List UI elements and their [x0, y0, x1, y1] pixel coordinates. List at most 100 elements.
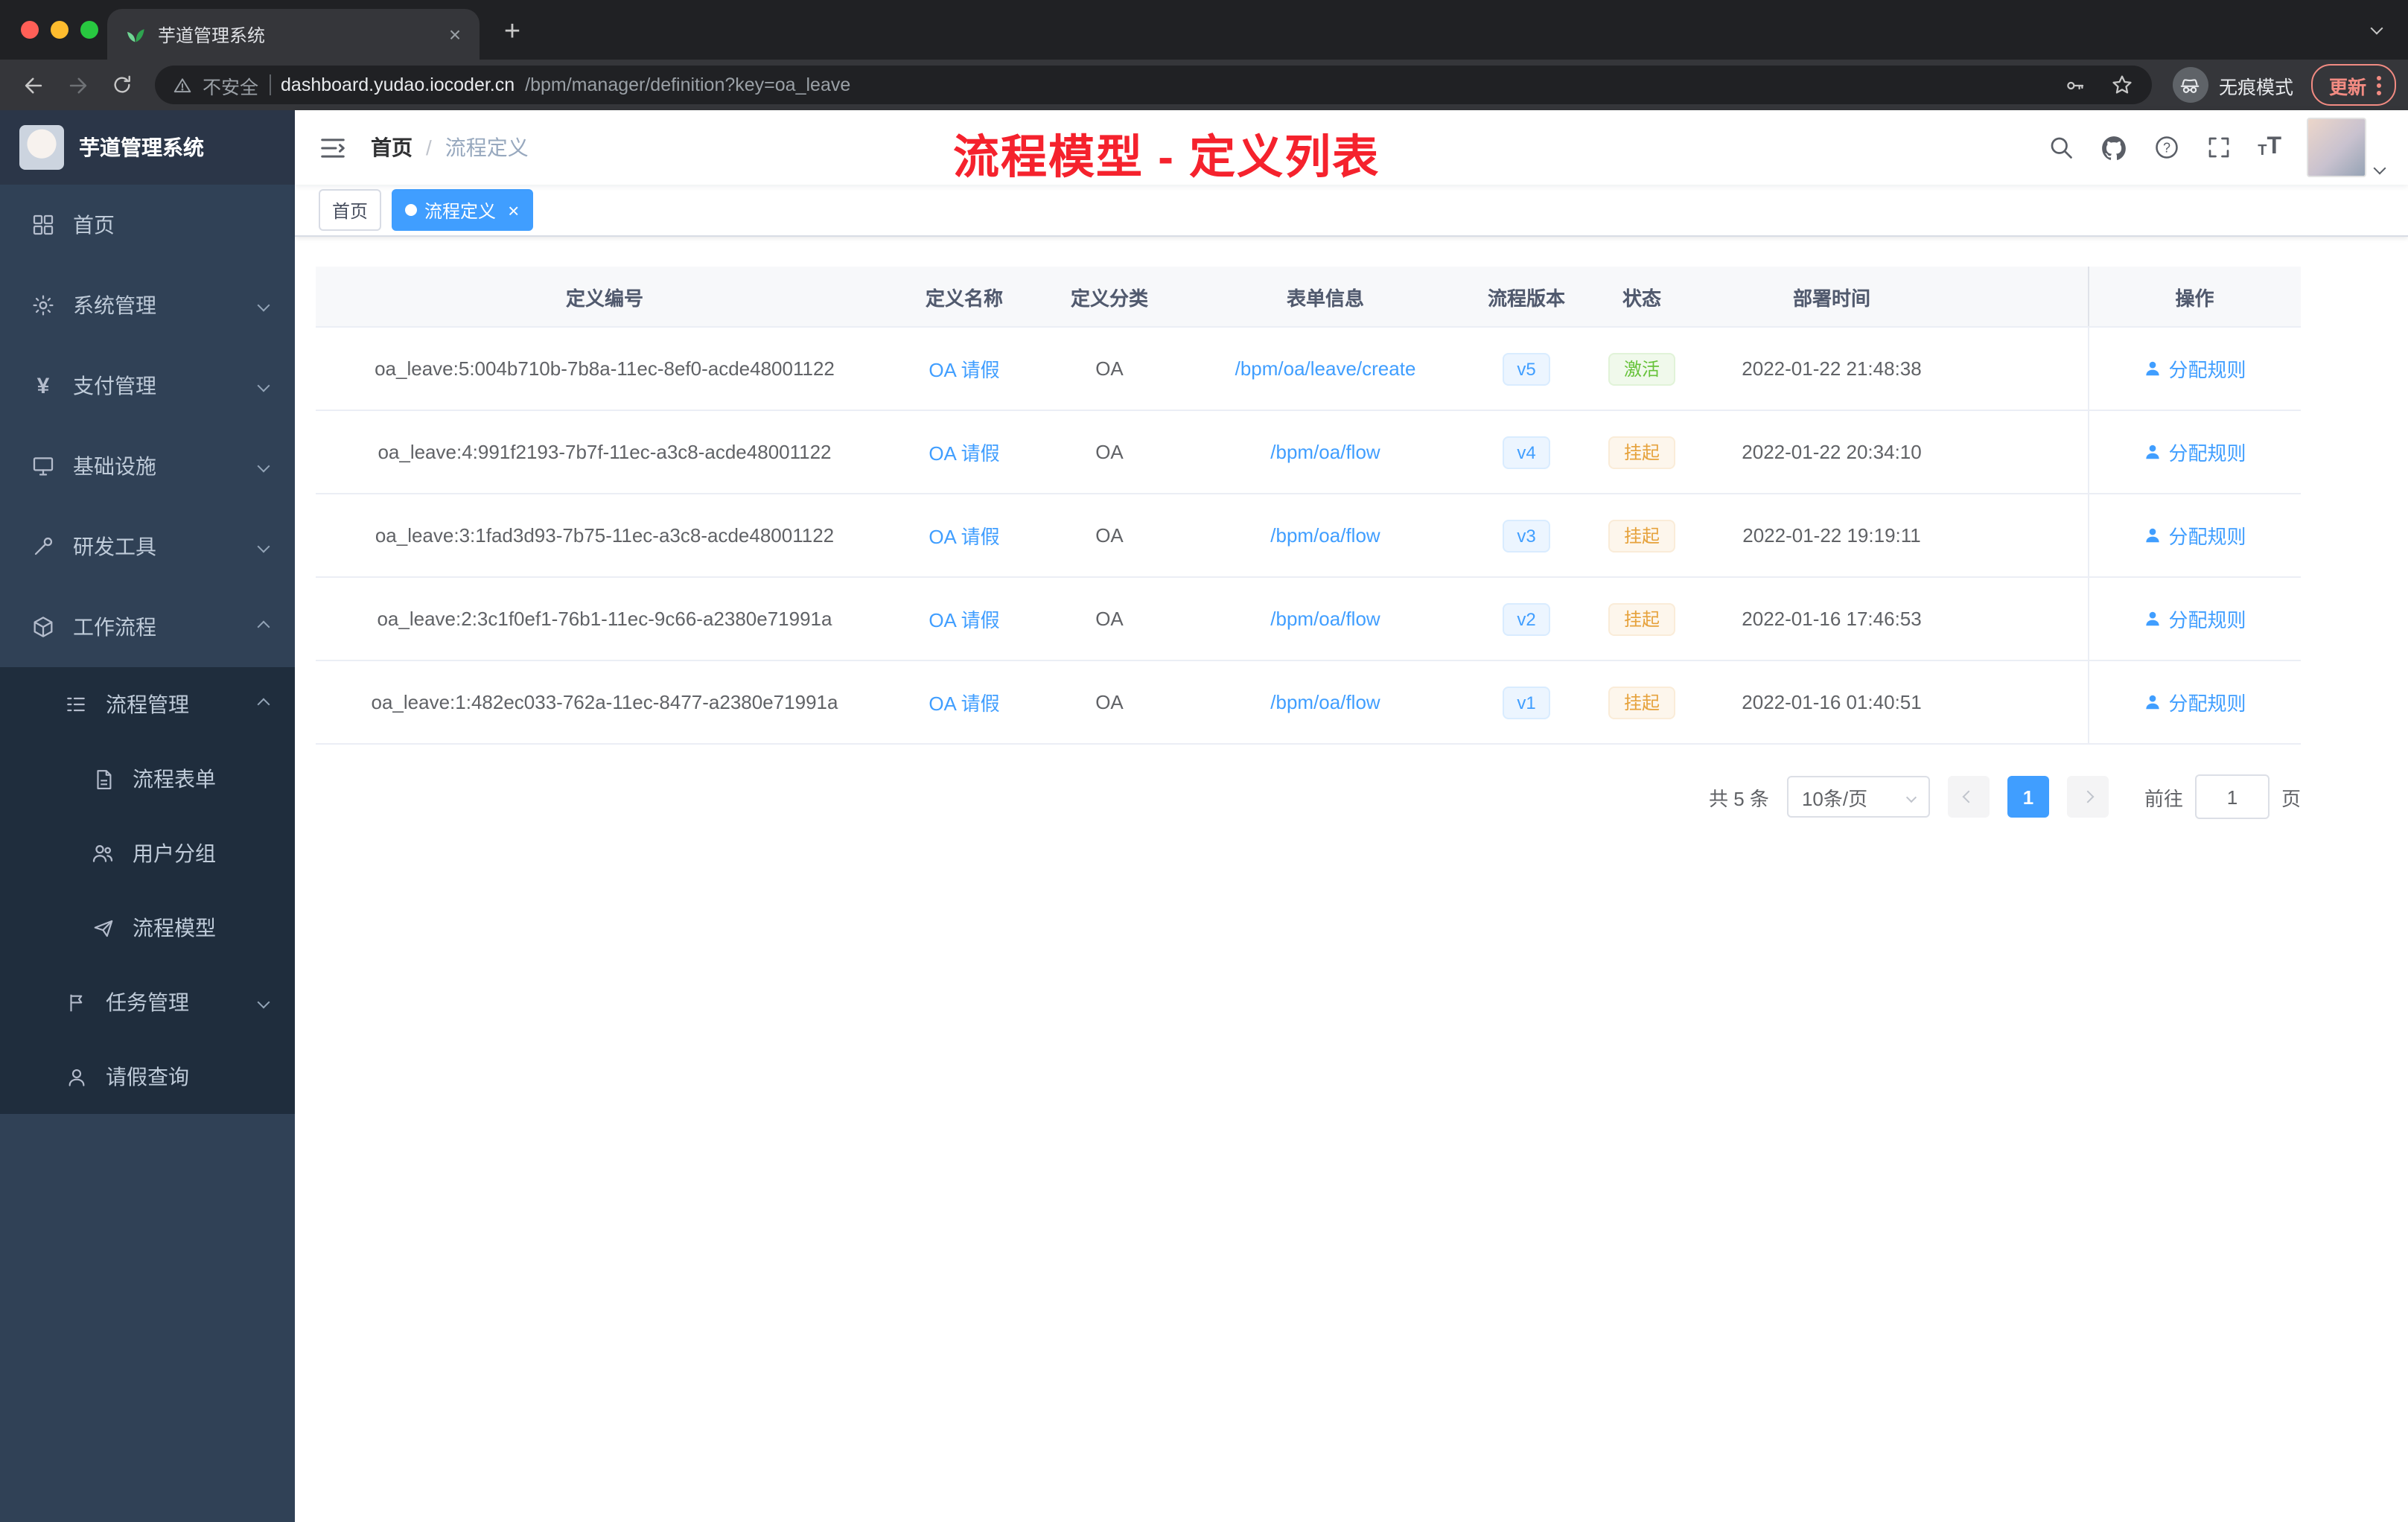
tab-search-button[interactable] — [2370, 13, 2383, 40]
definition-name-link[interactable]: OA 请假 — [929, 359, 999, 381]
zoom-window-button[interactable] — [80, 21, 98, 39]
page-size-select[interactable]: 10条/页 — [1786, 776, 1930, 818]
assign-rule-link[interactable]: 分配规则 — [2143, 521, 2246, 550]
avatar[interactable] — [2307, 118, 2366, 177]
sidebar-item-payment[interactable]: ¥ 支付管理 — [0, 346, 295, 426]
goto-page-input[interactable] — [2194, 774, 2270, 819]
version-tag: v5 — [1502, 352, 1551, 385]
sidebar-item-home[interactable]: 首页 — [0, 185, 295, 265]
person-icon — [63, 1066, 89, 1088]
version-tag: v3 — [1502, 519, 1551, 552]
search-icon[interactable] — [2048, 134, 2074, 161]
assign-rule-label: 分配规则 — [2168, 609, 2246, 631]
form-info-link[interactable]: /bpm/oa/leave/create — [1235, 357, 1416, 380]
font-size-icon[interactable] — [2258, 136, 2281, 159]
tag-home[interactable]: 首页 — [319, 189, 382, 231]
close-window-button[interactable] — [21, 21, 39, 39]
sidebar-item-process-management[interactable]: 流程管理 — [0, 667, 295, 742]
tags-view-bar: 首页 流程定义 — [295, 185, 2408, 237]
breadcrumb-home[interactable]: 首页 — [371, 133, 413, 162]
definition-category: OA — [1095, 524, 1124, 547]
deploy-time: 2022-01-16 17:46:53 — [1742, 608, 1922, 630]
prev-page-button[interactable] — [1947, 776, 1990, 818]
address-bar[interactable]: 不安全 dashboard.yudao.iocoder.cn /bpm/mana… — [155, 66, 2152, 104]
sidebar-item-infrastructure[interactable]: 基础设施 — [0, 426, 295, 506]
hamburger-icon[interactable] — [319, 133, 347, 162]
incognito-icon — [2172, 67, 2208, 103]
browser-menu-kebab-icon[interactable] — [2371, 75, 2387, 95]
page-size-value: 10条/页 — [1801, 787, 1868, 809]
url-host: dashboard.yudao.iocoder.cn — [281, 74, 515, 95]
security-label[interactable]: 不安全 — [203, 71, 258, 99]
password-key-icon[interactable] — [2058, 67, 2094, 103]
yen-icon: ¥ — [36, 373, 50, 398]
version-tag: v4 — [1502, 436, 1551, 468]
col-form-info: 表单信息 — [1184, 267, 1467, 328]
help-icon[interactable]: ? — [2153, 134, 2180, 161]
user-menu[interactable] — [2307, 118, 2386, 177]
browser-tab[interactable]: 芋道管理系统 — [107, 9, 480, 60]
assign-rule-link[interactable]: 分配规则 — [2143, 688, 2246, 716]
definition-name-link[interactable]: OA 请假 — [929, 526, 999, 548]
new-tab-button[interactable] — [491, 12, 533, 54]
tool-icon — [30, 535, 57, 558]
tag-label: 流程定义 — [424, 200, 497, 221]
sidebar-item-process-form[interactable]: 流程表单 — [0, 742, 295, 816]
sidebar-item-leave-query[interactable]: 请假查询 — [0, 1039, 295, 1114]
form-info-link[interactable]: /bpm/oa/flow — [1270, 608, 1380, 630]
url-separator — [269, 74, 271, 95]
definition-name-link[interactable]: OA 请假 — [929, 609, 999, 631]
tag-label: 首页 — [332, 200, 369, 221]
favicon-leaf-icon — [125, 24, 146, 45]
sidebar-item-workflow[interactable]: 工作流程 — [0, 587, 295, 667]
github-icon[interactable] — [2100, 133, 2128, 162]
gear-icon — [30, 293, 57, 317]
sidebar-item-system[interactable]: 系统管理 — [0, 265, 295, 346]
col-definition-id: 定义编号 — [316, 267, 894, 328]
status-badge: 挂起 — [1608, 686, 1675, 719]
form-info-link[interactable]: /bpm/oa/flow — [1270, 524, 1380, 547]
definition-name-link[interactable]: OA 请假 — [929, 692, 999, 715]
url-path: /bpm/manager/definition?key=oa_leave — [525, 74, 851, 95]
definition-id: oa_leave:3:1fad3d93-7b75-11ec-a3c8-acde4… — [375, 524, 835, 547]
form-info-link[interactable]: /bpm/oa/flow — [1270, 441, 1380, 463]
deploy-time: 2022-01-22 21:48:38 — [1742, 357, 1922, 380]
sidebar-item-user-group[interactable]: 用户分组 — [0, 816, 295, 891]
definition-category: OA — [1095, 691, 1124, 713]
update-label: 更新 — [2328, 77, 2366, 98]
reload-button[interactable] — [101, 64, 143, 106]
warning-triangle-icon — [173, 75, 192, 95]
chrome-update-chip[interactable]: 更新 — [2310, 64, 2396, 106]
bookmark-star-icon[interactable] — [2104, 67, 2140, 103]
sidebar-item-task-management[interactable]: 任务管理 — [0, 965, 295, 1039]
browser-tab-strip: 芋道管理系统 — [0, 0, 2408, 60]
fullscreen-icon[interactable] — [2205, 134, 2232, 161]
assign-rule-link[interactable]: 分配规则 — [2143, 438, 2246, 466]
pagination-total: 共 5 条 — [1709, 787, 1769, 809]
page-number-button[interactable]: 1 — [2007, 776, 2049, 818]
status-badge: 激活 — [1608, 352, 1675, 385]
assign-rule-link[interactable]: 分配规则 — [2143, 354, 2246, 383]
monitor-icon — [30, 454, 57, 478]
chevron-down-icon — [257, 459, 270, 473]
svg-text:?: ? — [2163, 140, 2170, 155]
back-button[interactable] — [12, 64, 54, 106]
assign-rule-link[interactable]: 分配规则 — [2143, 605, 2246, 633]
minimize-window-button[interactable] — [51, 21, 69, 39]
logo-avatar — [19, 125, 64, 170]
table-row: oa_leave:2:3c1f0ef1-76b1-11ec-9c66-a2380… — [316, 577, 2301, 661]
form-info-link[interactable]: /bpm/oa/flow — [1270, 691, 1380, 713]
tab-close-icon[interactable] — [442, 22, 468, 47]
next-page-button[interactable] — [2066, 776, 2109, 818]
tree-list-icon — [63, 692, 89, 716]
sidebar-item-devtools[interactable]: 研发工具 — [0, 506, 295, 587]
definition-name-link[interactable]: OA 请假 — [929, 442, 999, 465]
tag-close-icon[interactable] — [508, 200, 519, 220]
tag-process-definition[interactable]: 流程定义 — [392, 189, 533, 231]
version-tag: v2 — [1502, 602, 1551, 635]
incognito-label: 无痕模式 — [2218, 77, 2293, 98]
flag-icon — [63, 991, 89, 1013]
table-header-row: 定义编号 定义名称 定义分类 表单信息 流程版本 状态 部署时间 操作 — [316, 267, 2301, 328]
sidebar-item-process-model[interactable]: 流程模型 — [0, 891, 295, 965]
forward-button[interactable] — [57, 64, 98, 106]
